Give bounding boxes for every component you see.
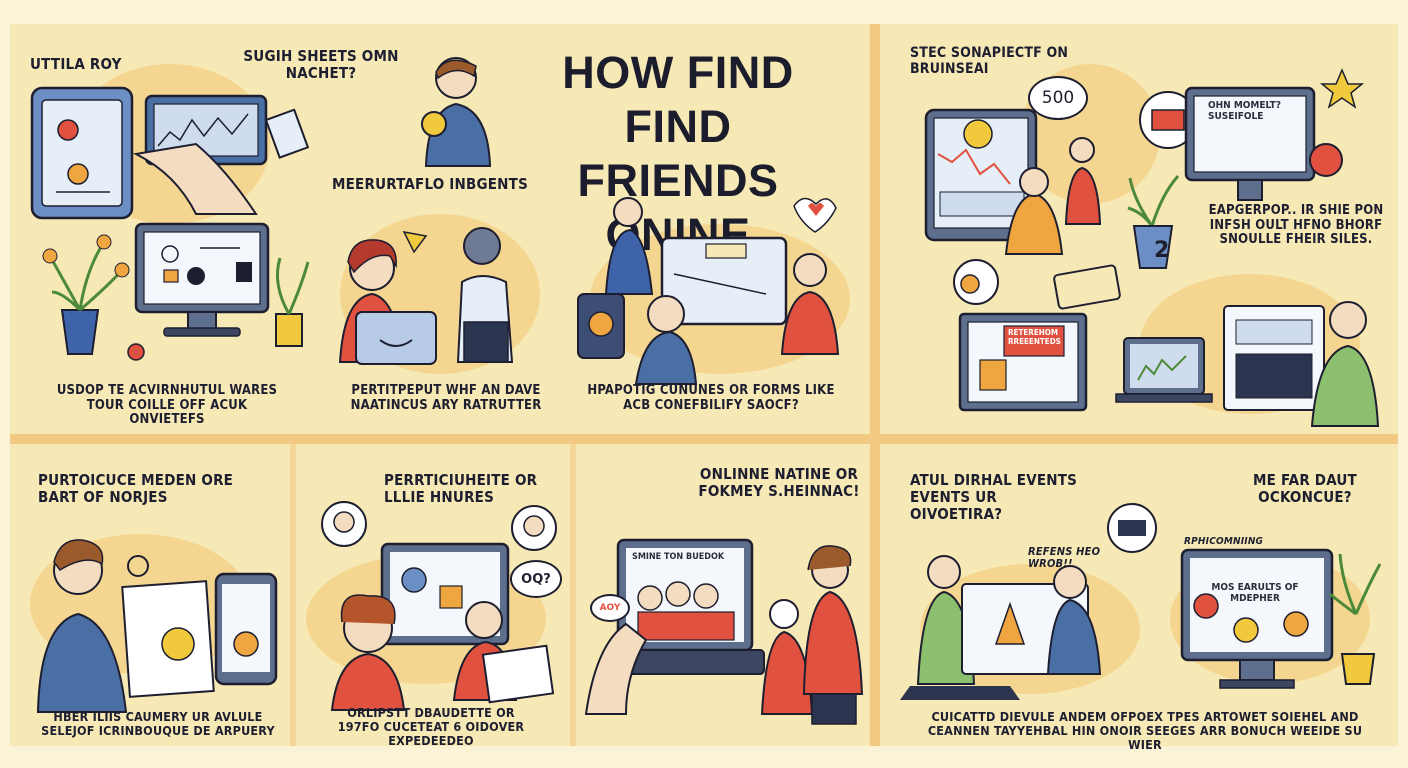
doctor-tablet-illustration (36, 539, 278, 713)
title-line-1: HOW FIND FIND (562, 47, 794, 152)
speech-bubble: 500 (1028, 76, 1088, 120)
monitor-results-illustration (1180, 548, 1382, 689)
pot-number: 2 (1154, 238, 1170, 263)
panel-bottom-mid: PERRTICIUHEITE OR LLLIE HNURES OQ? ORLIP… (296, 444, 570, 748)
speech-text: 500 (1041, 88, 1075, 108)
computer-desk-illustration (42, 222, 310, 361)
caption-bottom-2: PERTITPEPUT WHF AN DAVE NAATINCUS ARY RA… (350, 383, 542, 413)
speech-text: AOY (599, 603, 621, 613)
label-top-left: UTTILA ROY (30, 55, 122, 73)
screen-question: OHN MOMELT? SUSEIFOLE (1208, 100, 1281, 122)
person-waving-illustration (421, 57, 492, 167)
panel-bottom-centre: ONLINNE NATINE OR FOKMEY S.HEINNAC! SMIN… (576, 444, 870, 746)
laptop-vr-illustration (338, 227, 514, 365)
divider-horizontal (10, 434, 1398, 444)
board-label: RETEREHOM RREEENTEDS (1008, 328, 1061, 346)
speech-bubble-oq: OQ? (510, 560, 562, 598)
caption-bottom-bl: HBER ILIIS CAUMERY UR AVLULE SELEJOF ICR… (41, 709, 275, 738)
caption-bottom-bm: ORLIPSTT DBAUDETTE OR 197FO CUCETEAT 6 O… (337, 705, 525, 748)
virtual-event-illustration (900, 503, 1157, 700)
results-screen-label: MOS EARULTS OF MDEPHER (1211, 582, 1299, 604)
speech-left-br: REFENS HEO WROB!! (1028, 545, 1101, 571)
caption-bottom-3: HPAPOTIG CUNUNES OR FORMS LIKE ACB CONEF… (587, 383, 835, 413)
laptop-friends-illustration (584, 538, 864, 725)
panel-top-right: STEC SONAPIECTF ON BRUINSEAI 500 OHN MOM… (880, 24, 1398, 434)
caption-bottom-br: CUICATTD DIEVULE ANDEM OFPOEX TPES ARTOW… (927, 709, 1363, 752)
speech-bubble-aoy: AOY (590, 594, 630, 622)
monitor-chart-illustration (924, 108, 1102, 255)
laptop-screen-title: SMINE TON BUEDOK (632, 552, 725, 562)
caption-right-body: EAPGERPOP.. IR SHIE PON INFSH OULT HFNO … (1208, 203, 1384, 248)
infographic-frame: UTTILA ROY SUGIH SHEETS OMN NACHET? MEER… (10, 24, 1398, 752)
panel-bottom-right: ATUL DIRHAL EVENTS EVENTS UR OIVOETIRA? … (880, 444, 1398, 752)
laptop-woman-illustration (1115, 301, 1380, 427)
caption-bottom-1: USDOP TE ACVIRNHUTUL WARES TOUR COILLE O… (56, 383, 278, 428)
group-screen-illustration (577, 197, 840, 385)
panel-bottom-left: PURTOICUCE MEDEN ORE BART OF NORJES HBER… (10, 444, 290, 746)
divider-vertical-right (870, 24, 880, 746)
speech-right-br: RPHICOMNIING (1184, 536, 1264, 547)
caption-top-bl: PURTOICUCE MEDEN ORE BART OF NORJES (38, 471, 234, 506)
caption-top-bc: ONLINNE NATINE OR FOKMEY S.HEINNAC! (698, 465, 860, 500)
friends-screen-illustration (321, 501, 557, 711)
panel-top-left: UTTILA ROY SUGIH SHEETS OMN NACHET? MEER… (10, 24, 870, 434)
tablet-illustration (30, 86, 310, 220)
caption-top-br-right: ME FAR DAUT OCKONCUE? (1253, 471, 1357, 506)
caption-top-right: STEC SONAPIECTF ON BRUINSEAI (910, 45, 1069, 77)
speech-text: OQ? (521, 571, 551, 587)
